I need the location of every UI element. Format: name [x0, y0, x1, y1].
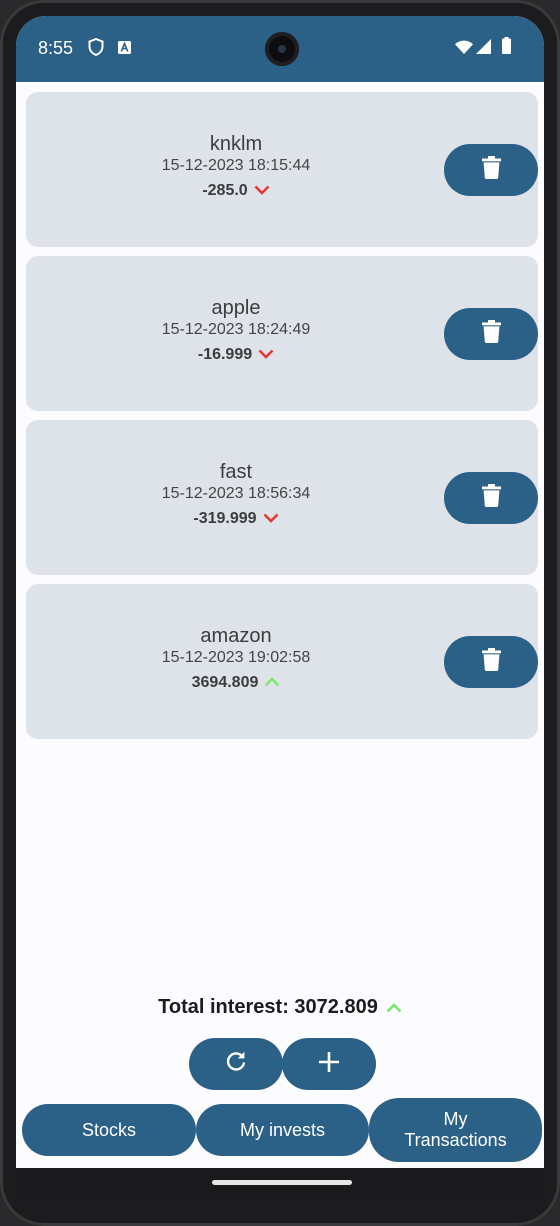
transaction-amount: -285.0 [202, 182, 248, 200]
signal-icon [476, 39, 491, 59]
trash-icon [481, 320, 501, 348]
transaction-card: amazon 15-12-2023 19:02:58 3694.809 [26, 584, 538, 739]
transaction-datetime: 15-12-2023 18:24:49 [161, 321, 311, 338]
battery-icon [502, 37, 511, 59]
transaction-amount-row: 3694.809 [96, 673, 376, 693]
nav-stocks-label: Stocks [81, 1119, 137, 1140]
trash-icon [481, 484, 501, 512]
chevron-up-icon [264, 673, 280, 693]
transaction-datetime: 15-12-2023 19:02:58 [161, 649, 311, 666]
transaction-name: knklm [209, 133, 263, 155]
trash-icon [481, 156, 501, 184]
add-button[interactable] [282, 1038, 376, 1090]
wifi-icon [455, 40, 473, 59]
plus-icon [319, 1051, 339, 1077]
transaction-info: apple 15-12-2023 18:24:49 -16.999 [96, 296, 376, 365]
nav-my-invests-button[interactable]: My invests [196, 1104, 369, 1156]
transaction-amount: -319.999 [193, 510, 257, 528]
status-time: 8:55 [38, 38, 74, 58]
refresh-button[interactable] [189, 1038, 283, 1090]
transaction-card: apple 15-12-2023 18:24:49 -16.999 [26, 256, 538, 411]
nav-stocks-button[interactable]: Stocks [22, 1104, 196, 1156]
delete-button[interactable] [444, 144, 538, 196]
front-camera [265, 32, 299, 66]
nav-my-transactions-button[interactable]: My Transactions [369, 1098, 542, 1162]
nav-my-invests-label: My invests [239, 1119, 326, 1140]
chevron-down-icon [258, 345, 274, 365]
refresh-icon [224, 1050, 248, 1079]
total-interest: Total interest: 3072.809 [16, 996, 544, 1019]
chevron-down-icon [263, 509, 279, 529]
chevron-down-icon [254, 181, 270, 201]
shield-icon [88, 37, 104, 61]
transaction-name: fast [219, 461, 253, 483]
home-indicator[interactable] [212, 1180, 352, 1185]
transaction-card: fast 15-12-2023 18:56:34 -319.999 [26, 420, 538, 575]
nav-my-transactions-label-line1: My [443, 1109, 468, 1129]
transaction-card: knklm 15-12-2023 18:15:44 -285.0 [26, 92, 538, 247]
transaction-name: apple [211, 297, 261, 319]
transaction-datetime: 15-12-2023 18:15:44 [161, 157, 311, 174]
total-interest-label: Total interest: 3072.809 [158, 996, 378, 1018]
transactions-list: knklm 15-12-2023 18:15:44 -285.0 apple 1… [26, 92, 538, 748]
transaction-amount: -16.999 [197, 346, 253, 364]
trash-icon [481, 648, 501, 676]
transaction-amount: 3694.809 [191, 674, 259, 692]
app-screen: 8:55 knklm 15-12-2023 18:15:44 -285.0 ap… [16, 16, 544, 1198]
transaction-name: amazon [200, 625, 272, 647]
status-bar: 8:55 [16, 16, 544, 82]
transaction-amount-row: -16.999 [96, 345, 376, 365]
transaction-info: knklm 15-12-2023 18:15:44 -285.0 [96, 132, 376, 201]
keyboard-a-icon [118, 41, 131, 59]
transaction-datetime: 15-12-2023 18:56:34 [161, 485, 311, 502]
delete-button[interactable] [444, 636, 538, 688]
delete-button[interactable] [444, 472, 538, 524]
delete-button[interactable] [444, 308, 538, 360]
transaction-amount-row: -319.999 [96, 509, 376, 529]
nav-my-transactions-label-line2: Transactions [404, 1130, 507, 1150]
transaction-info: fast 15-12-2023 18:56:34 -319.999 [96, 460, 376, 529]
chevron-up-icon [386, 996, 402, 1019]
transaction-info: amazon 15-12-2023 19:02:58 3694.809 [96, 624, 376, 693]
transaction-amount-row: -285.0 [96, 181, 376, 201]
